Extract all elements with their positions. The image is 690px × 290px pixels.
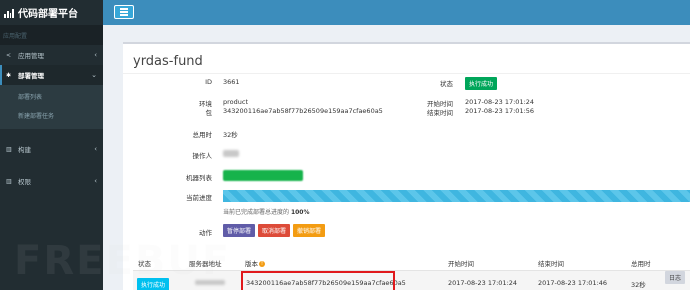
divider bbox=[123, 73, 690, 74]
chart-logo-icon bbox=[4, 8, 14, 18]
row-end-time: 2017-08-23 17:01:46 bbox=[538, 279, 608, 287]
sidebar-submenu: 部署列表 新建部署任务 bbox=[0, 85, 103, 129]
row-duration: 32秒 bbox=[631, 281, 646, 289]
sidebar-toggle-button[interactable] bbox=[114, 5, 134, 19]
top-navbar bbox=[103, 0, 690, 25]
end-time-label: 结束时间 bbox=[427, 109, 453, 117]
progress-note: 当前已完成部署总进度的 100% bbox=[223, 207, 309, 216]
watermark: FREEBUF bbox=[14, 238, 231, 284]
duration-value: 32秒 bbox=[223, 131, 238, 139]
sidebar-item-label: 构建 bbox=[18, 146, 31, 154]
chevron-left-icon: ‹ bbox=[94, 51, 97, 59]
sidebar-item-build[interactable]: ▥ 构建 ‹ bbox=[0, 139, 103, 159]
progress-bar bbox=[223, 190, 690, 202]
cancel-deploy-button[interactable]: 取消部署 bbox=[258, 224, 290, 237]
progress-note-value: 100% bbox=[290, 209, 310, 216]
chart-icon: ▥ bbox=[6, 177, 12, 185]
chevron-down-icon: ⌄ bbox=[91, 71, 97, 79]
share-icon: < bbox=[6, 51, 12, 59]
id-value: 3661 bbox=[223, 78, 240, 86]
table-header-end: 结束时间 bbox=[538, 260, 564, 268]
pause-deploy-button[interactable]: 暂停部署 bbox=[223, 224, 255, 237]
table-header-start: 开始时间 bbox=[448, 260, 474, 268]
start-time-value: 2017-08-23 17:01:24 bbox=[465, 98, 535, 106]
chevron-left-icon: ‹ bbox=[94, 177, 97, 185]
machines-label: 机器列表 bbox=[186, 174, 212, 182]
settings-icon: ✱ bbox=[6, 71, 12, 79]
watermark-text: FREEBUF bbox=[14, 238, 232, 284]
operator-label: 操作人 bbox=[192, 152, 213, 160]
machine-list-bar bbox=[223, 170, 303, 181]
sidebar-section-label: 应用配置 bbox=[0, 25, 103, 45]
info-icon: ! bbox=[259, 261, 265, 267]
chart-icon: ▥ bbox=[6, 145, 12, 153]
table-header-version-label: 版本 bbox=[245, 260, 258, 268]
sidebar-item-permissions[interactable]: ▥ 权限 ‹ bbox=[0, 171, 103, 191]
version-highlight-box bbox=[241, 271, 395, 290]
sidebar-subitem-deploy-list[interactable]: 部署列表 bbox=[0, 87, 103, 106]
package-label: 包 bbox=[205, 109, 213, 117]
status-label: 状态 bbox=[440, 80, 453, 88]
sidebar-item-deploy-management[interactable]: ✱ 部署管理 ⌄ bbox=[0, 65, 103, 85]
package-value: 343200116ae7ab58f77b26509e159aa7cfae60a5 bbox=[223, 107, 383, 115]
progress-note-text: 当前已完成部署总进度的 bbox=[223, 209, 290, 216]
duration-label: 总用时 bbox=[192, 131, 213, 139]
log-button[interactable]: 日志 bbox=[665, 271, 686, 284]
sidebar-item-label: 部署管理 bbox=[18, 72, 44, 80]
chevron-left-icon: ‹ bbox=[94, 145, 97, 153]
app-title: 代码部署平台 bbox=[18, 9, 78, 20]
page-title: yrdas-fund bbox=[133, 54, 203, 69]
operator-avatar-redacted bbox=[223, 150, 239, 157]
app-brand[interactable]: 代码部署平台 bbox=[0, 0, 103, 25]
progress-label: 当前进度 bbox=[186, 194, 212, 202]
progress-fill bbox=[223, 190, 690, 202]
env-value: product bbox=[223, 98, 249, 106]
rollback-deploy-button[interactable]: 撤销部署 bbox=[293, 224, 325, 237]
table-header-version: 版本! bbox=[245, 258, 265, 268]
sidebar-subitem-new-deploy[interactable]: 新建部署任务 bbox=[0, 106, 103, 125]
sidebar-item-app-management[interactable]: < 应用管理 ‹ bbox=[0, 45, 103, 65]
id-label: ID bbox=[205, 78, 212, 86]
sidebar-item-label: 应用管理 bbox=[18, 52, 44, 60]
status-badge: 执行成功 bbox=[465, 77, 498, 90]
row-start-time: 2017-08-23 17:01:24 bbox=[448, 279, 518, 287]
table-header-duration: 总用时 bbox=[631, 260, 651, 268]
sidebar-item-label: 权限 bbox=[18, 178, 31, 186]
end-time-value: 2017-08-23 17:01:56 bbox=[465, 107, 535, 115]
actions-label: 动作 bbox=[199, 229, 212, 237]
